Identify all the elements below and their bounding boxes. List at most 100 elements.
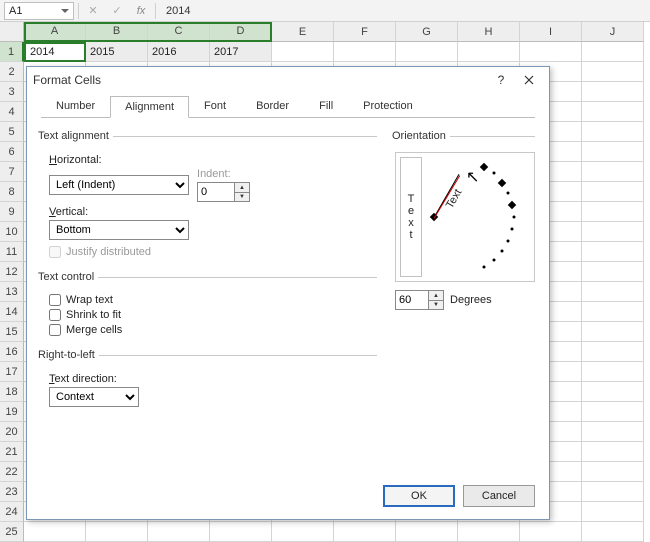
- spreadsheet-grid[interactable]: A B C D E F G H I J 1 2014 2015 2016 201…: [0, 22, 650, 62]
- cell[interactable]: [582, 382, 644, 402]
- fx-icon[interactable]: fx: [131, 2, 151, 20]
- cell[interactable]: [396, 42, 458, 62]
- row-header[interactable]: 10: [0, 222, 24, 242]
- cell[interactable]: 2016: [148, 42, 210, 62]
- arc-marker-icon[interactable]: [508, 201, 516, 209]
- help-button[interactable]: ?: [487, 70, 515, 90]
- cell[interactable]: [582, 522, 644, 542]
- cell[interactable]: [582, 402, 644, 422]
- row-header[interactable]: 23: [0, 482, 24, 502]
- row-header[interactable]: 13: [0, 282, 24, 302]
- degrees-spinner[interactable]: ▲▼: [395, 290, 444, 310]
- cancel-button[interactable]: Cancel: [463, 485, 535, 507]
- cell[interactable]: [582, 62, 644, 82]
- cancel-formula-icon[interactable]: ✕: [83, 2, 103, 20]
- ok-button[interactable]: OK: [383, 485, 455, 507]
- row-header[interactable]: 15: [0, 322, 24, 342]
- vertical-text-button[interactable]: Text: [400, 157, 422, 277]
- row-header[interactable]: 8: [0, 182, 24, 202]
- cell[interactable]: [582, 462, 644, 482]
- arc-marker-icon[interactable]: [498, 179, 506, 187]
- cell[interactable]: [520, 522, 582, 542]
- column-header[interactable]: D: [210, 22, 272, 42]
- cell[interactable]: 2015: [86, 42, 148, 62]
- row-header[interactable]: 18: [0, 382, 24, 402]
- column-header[interactable]: J: [582, 22, 644, 42]
- shrink-to-fit-checkbox[interactable]: [49, 309, 61, 321]
- accept-formula-icon[interactable]: ✓: [107, 2, 127, 20]
- spin-up-icon[interactable]: ▲: [235, 183, 249, 192]
- cell[interactable]: [582, 162, 644, 182]
- cell[interactable]: 2017: [210, 42, 272, 62]
- indent-spinner[interactable]: ▲▼: [197, 182, 250, 202]
- row-header[interactable]: 9: [0, 202, 24, 222]
- cell[interactable]: [458, 42, 520, 62]
- row-header[interactable]: 3: [0, 82, 24, 102]
- row-header[interactable]: 24: [0, 502, 24, 522]
- formula-value[interactable]: 2014: [160, 5, 190, 17]
- cell[interactable]: [86, 522, 148, 542]
- row-header[interactable]: 20: [0, 422, 24, 442]
- row-header[interactable]: 19: [0, 402, 24, 422]
- cell[interactable]: [334, 522, 396, 542]
- row-header[interactable]: 17: [0, 362, 24, 382]
- tab-fill[interactable]: Fill: [304, 95, 348, 117]
- cell[interactable]: [334, 42, 396, 62]
- row-header[interactable]: 21: [0, 442, 24, 462]
- cell[interactable]: [24, 522, 86, 542]
- column-header[interactable]: C: [148, 22, 210, 42]
- tab-number[interactable]: Number: [41, 95, 110, 117]
- spin-down-icon[interactable]: ▼: [429, 300, 443, 309]
- row-header[interactable]: 25: [0, 522, 24, 542]
- close-icon[interactable]: [515, 70, 543, 90]
- tab-protection[interactable]: Protection: [348, 95, 428, 117]
- cell[interactable]: [582, 322, 644, 342]
- orientation-arc[interactable]: Text ↖: [426, 157, 530, 277]
- cell[interactable]: [582, 42, 644, 62]
- vertical-combo[interactable]: Bottom: [49, 220, 189, 240]
- row-header[interactable]: 7: [0, 162, 24, 182]
- indent-input[interactable]: [197, 182, 235, 202]
- column-header[interactable]: I: [520, 22, 582, 42]
- cell[interactable]: [582, 202, 644, 222]
- orientation-control[interactable]: Text Text: [395, 152, 535, 282]
- cell[interactable]: 2014: [24, 42, 86, 62]
- column-header[interactable]: F: [334, 22, 396, 42]
- row-header[interactable]: 16: [0, 342, 24, 362]
- titlebar[interactable]: Format Cells ?: [27, 67, 549, 93]
- spin-down-icon[interactable]: ▼: [235, 192, 249, 201]
- cell[interactable]: [582, 302, 644, 322]
- cell[interactable]: [582, 122, 644, 142]
- cell[interactable]: [582, 182, 644, 202]
- wrap-text-checkbox[interactable]: [49, 294, 61, 306]
- column-header[interactable]: G: [396, 22, 458, 42]
- arc-marker-icon[interactable]: [480, 163, 488, 171]
- cell[interactable]: [272, 42, 334, 62]
- column-header[interactable]: A: [24, 22, 86, 42]
- row-header[interactable]: 1: [0, 42, 24, 62]
- tab-alignment[interactable]: Alignment: [110, 96, 189, 118]
- row-header[interactable]: 2: [0, 62, 24, 82]
- cell[interactable]: [520, 42, 582, 62]
- row-header[interactable]: 6: [0, 142, 24, 162]
- row-header[interactable]: 22: [0, 462, 24, 482]
- row-header[interactable]: 4: [0, 102, 24, 122]
- row-header[interactable]: 14: [0, 302, 24, 322]
- row-header[interactable]: 11: [0, 242, 24, 262]
- horizontal-combo[interactable]: Left (Indent): [49, 175, 189, 195]
- cell[interactable]: [582, 142, 644, 162]
- tab-font[interactable]: Font: [189, 95, 241, 117]
- cell[interactable]: [582, 442, 644, 462]
- cell[interactable]: [582, 82, 644, 102]
- cell[interactable]: [582, 222, 644, 242]
- degrees-input[interactable]: [395, 290, 429, 310]
- cell[interactable]: [582, 342, 644, 362]
- spin-up-icon[interactable]: ▲: [429, 291, 443, 300]
- cell[interactable]: [582, 482, 644, 502]
- text-direction-combo[interactable]: Context: [49, 387, 139, 407]
- cell[interactable]: [582, 502, 644, 522]
- name-box[interactable]: A1: [4, 2, 74, 20]
- cell[interactable]: [582, 262, 644, 282]
- cell[interactable]: [582, 282, 644, 302]
- cell[interactable]: [458, 522, 520, 542]
